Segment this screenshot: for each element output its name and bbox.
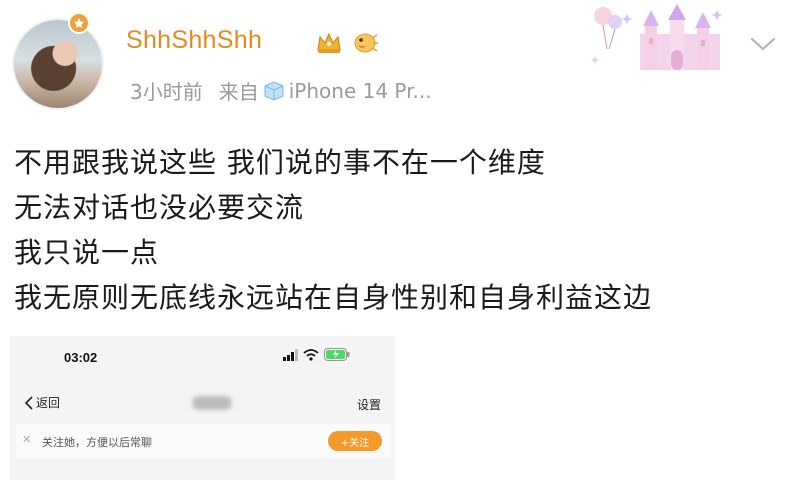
post-source[interactable]: 来自 iPhone 14 Pr...: [219, 76, 432, 105]
post-line: 无法对话也没必要交流: [14, 191, 305, 224]
chevron-down-icon[interactable]: [748, 34, 778, 54]
status-time: 03:02: [64, 350, 98, 365]
embedded-screenshot[interactable]: 03:02 返回 设置 ✕ 关注她，方便以后常聊 +关注: [10, 336, 395, 480]
back-chevron-icon: [24, 395, 33, 410]
follow-tip: 关注她，方便以后常聊: [42, 436, 152, 449]
back-button[interactable]: 返回: [24, 394, 60, 411]
post-line: 不用跟我说这些 我们说的事不在一个维度: [14, 146, 546, 179]
status-icons: [282, 348, 350, 361]
post-meta: 3小时前 来自 iPhone 14 Pr...: [130, 76, 432, 105]
battery-icon: [324, 348, 350, 361]
blurred-title: [192, 396, 232, 410]
ice-cube-icon: [264, 80, 284, 101]
signal-icon: [283, 348, 298, 361]
post-line: 我无原则无底线永远站在自身性别和自身利益这边: [14, 281, 653, 314]
crown-badge-icon: [317, 32, 341, 53]
status-bar: 03:02: [10, 348, 395, 372]
follow-button[interactable]: +关注: [328, 431, 382, 451]
nav-bar: 返回 设置: [10, 388, 395, 418]
follow-bar: ✕ 关注她，方便以后常聊 +关注: [16, 424, 390, 458]
pufferfish-badge-icon: [354, 33, 378, 53]
post-time: 3小时前: [130, 80, 203, 104]
castle-decoration: [590, 4, 723, 70]
post-line: 我只说一点: [14, 236, 160, 269]
close-icon[interactable]: ✕: [22, 433, 31, 446]
post-body: 不用跟我说这些 我们说的事不在一个维度 无法对话也没必要交流 我只说一点 我无原…: [14, 140, 652, 320]
vip-badge-icon: [68, 12, 90, 34]
username[interactable]: ShhShhShh: [126, 26, 262, 55]
source-device: iPhone 14 Pr...: [288, 78, 432, 103]
settings-button[interactable]: 设置: [357, 396, 381, 413]
source-prefix: 来自: [218, 80, 259, 104]
back-label: 返回: [36, 396, 61, 410]
avatar[interactable]: [12, 18, 104, 110]
avatar-container[interactable]: [12, 12, 104, 110]
wifi-icon: [303, 348, 319, 361]
